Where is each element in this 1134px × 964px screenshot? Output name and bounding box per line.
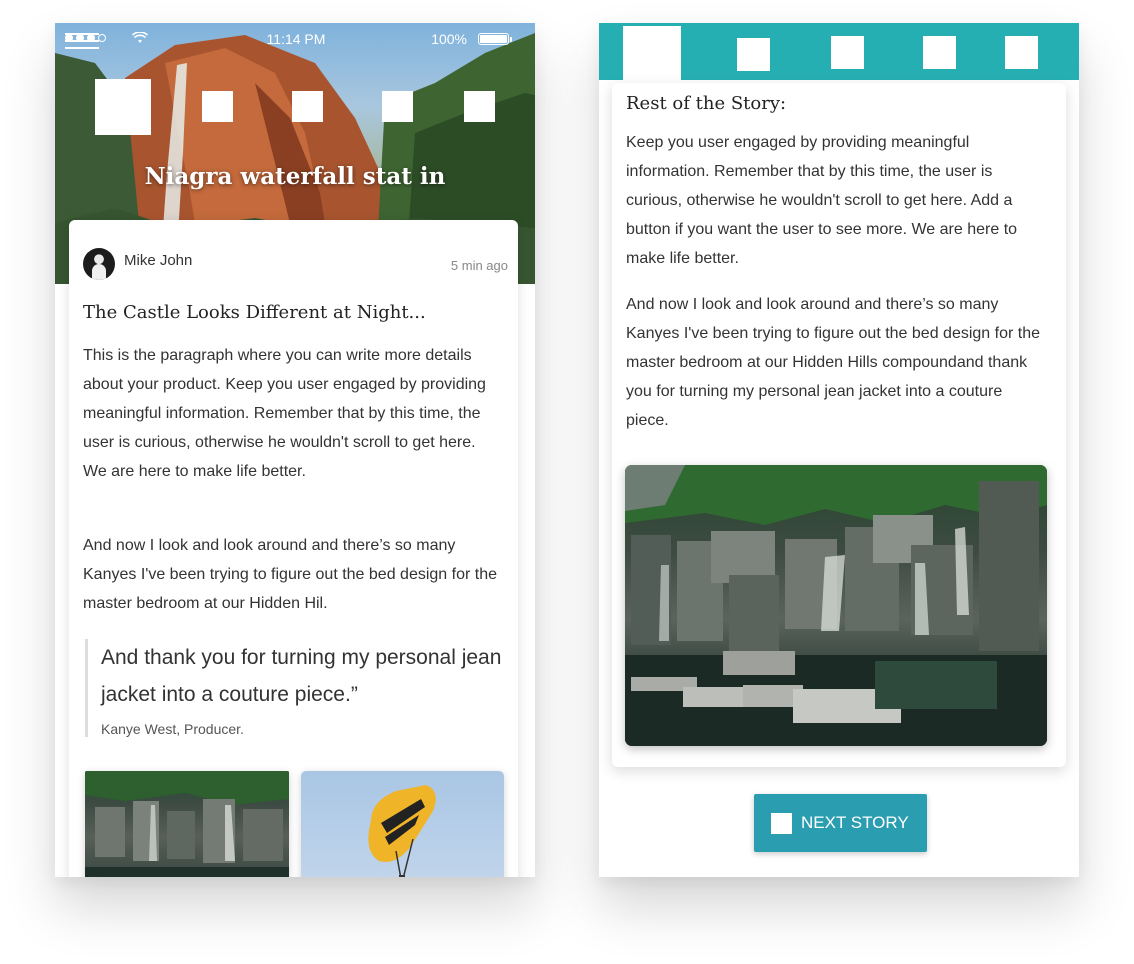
waterfall-fountain-image [625,465,1047,746]
story-card: Rest of the Story: Keep you user engaged… [612,83,1066,767]
tab-bar [599,23,1079,80]
article-paragraph-2: And now I look and look around and there… [83,537,497,612]
tab-2[interactable] [737,38,770,71]
quote-text: And thank you for turning my personal je… [101,646,502,706]
waterfall-photo [625,465,1047,746]
article-card: Mike John 5 min ago The Castle Looks Dif… [69,220,518,877]
nav-icon-2[interactable] [202,91,233,122]
quote-author: Kanye West, Producer. [101,721,244,737]
story-heading: Rest of the Story: [626,93,787,114]
nav-icon-4[interactable] [382,91,413,122]
battery-percentage: 100% [431,31,467,47]
nav-icon-3[interactable] [292,91,323,122]
hamburger-menu-icon[interactable] [65,33,99,49]
battery-tip [510,37,512,42]
waterfall-thumbnail[interactable] [85,771,289,877]
nav-icon-5[interactable] [464,91,495,122]
story-paragraph-1: Keep you user engaged by providing meani… [626,134,1018,267]
tab-3[interactable] [831,36,864,69]
tab-4[interactable] [923,36,956,69]
battery-icon [478,33,509,45]
next-story-button[interactable]: NEXT STORY [754,794,927,852]
tab-active[interactable] [623,26,681,80]
post-time: 5 min ago [450,258,508,273]
wifi-icon [132,32,148,43]
parachute-thumbnail[interactable] [301,771,504,877]
article-title: The Castle Looks Different at Night... [83,302,426,323]
nav-icon-home[interactable] [95,79,151,135]
parachute-image [368,785,436,877]
waterfall-image [85,771,289,877]
story-continued-screen: Rest of the Story: Keep you user engaged… [599,23,1079,877]
author-avatar[interactable] [83,248,115,280]
status-time: 11:14 PM [266,31,326,47]
blockquote: And thank you for turning my personal je… [85,639,505,737]
next-story-label: NEXT STORY [801,813,909,832]
tab-5[interactable] [1005,36,1038,69]
author-name[interactable]: Mike John [124,252,192,269]
article-phone-screen: 11:14 PM 100% Niagra waterfall stat in M… [55,23,535,877]
hero-title: Niagra waterfall stat in [144,163,446,190]
story-paragraph-2: And now I look and look around and there… [626,296,1040,429]
article-paragraph-1: This is the paragraph where you can writ… [83,347,486,480]
status-bar: 11:14 PM 100% [55,23,535,55]
next-icon [771,812,792,834]
